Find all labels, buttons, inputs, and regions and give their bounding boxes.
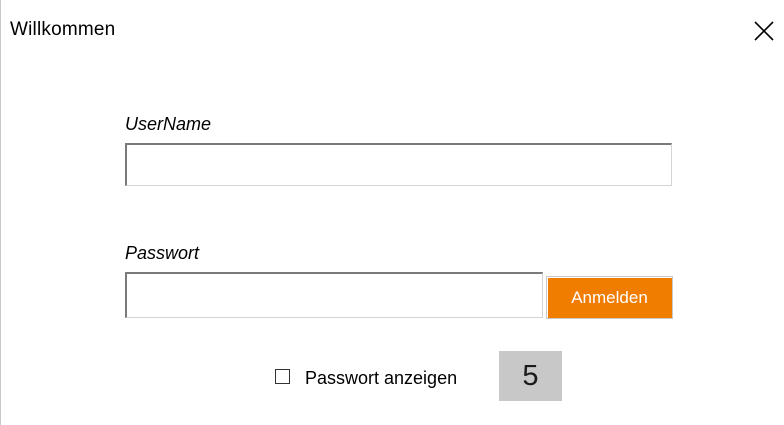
username-input[interactable] xyxy=(125,143,672,186)
close-icon xyxy=(754,21,774,41)
username-label: UserName xyxy=(125,114,212,134)
close-button[interactable] xyxy=(747,14,781,48)
counter-badge: 5 xyxy=(499,351,562,401)
password-label: Passwort xyxy=(125,243,200,263)
password-input[interactable] xyxy=(125,272,543,318)
dialog-title: Willkommen xyxy=(10,19,116,40)
show-password-checkbox[interactable] xyxy=(275,369,290,384)
login-dialog: Willkommen UserName Passwort Anmelden Pa… xyxy=(0,0,784,425)
show-password-label[interactable]: Passwort anzeigen xyxy=(305,368,457,389)
login-button[interactable]: Anmelden xyxy=(546,276,673,319)
